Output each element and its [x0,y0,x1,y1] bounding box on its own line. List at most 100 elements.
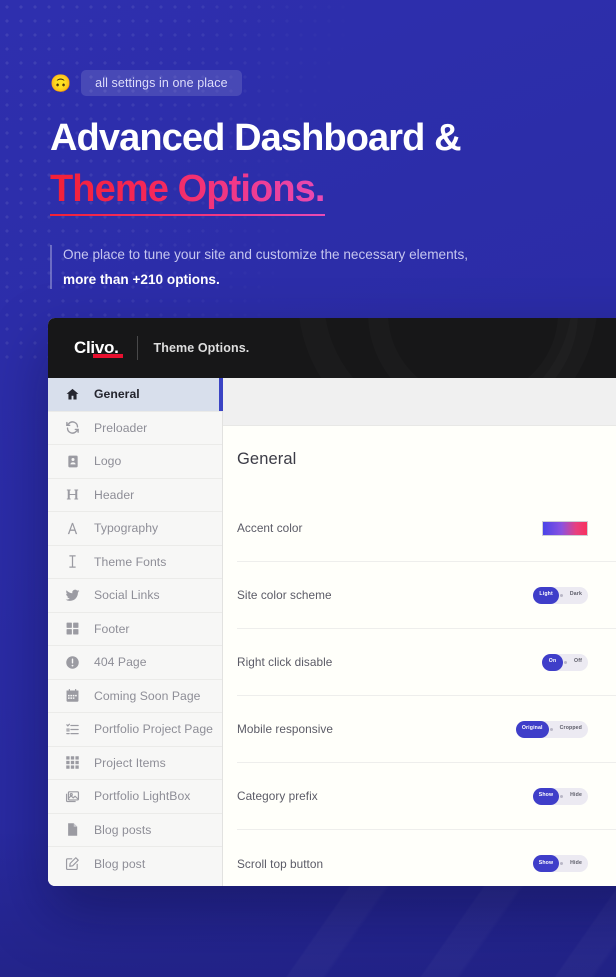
subtitle-accent-bar [50,244,52,289]
toggle-option-on[interactable]: On [542,653,564,671]
info-icon [64,654,81,671]
subtitle-text: One place to tune your site and customiz… [63,242,480,293]
image-icon [64,788,81,805]
sidebar-item-404-page[interactable]: 404 Page [48,646,222,680]
setting-label: Accent color [237,521,303,535]
calendar-icon [64,687,81,704]
sidebar-item-label: Coming Soon Page [94,688,201,703]
sidebar-item-label: 404 Page [94,655,147,670]
toggle-right-click-disable[interactable]: On Off [542,653,588,671]
list-icon [64,721,81,738]
sidebar-item-label: Portfolio Project Page [94,722,213,737]
toggle-option-on[interactable]: Light [533,586,559,604]
sidebar-item-general[interactable]: General [48,378,223,412]
panel-title: General [237,450,297,468]
toggle-option-off[interactable]: Hide [564,788,588,805]
heading-icon [64,486,81,503]
toggle-separator-dot [560,862,564,865]
setting-label: Category prefix [237,789,318,803]
sidebar-item-logo[interactable]: Logo [48,445,222,479]
sidebar-item-label: Typography [94,521,159,536]
sidebar-item-label: Blog post [94,856,146,871]
toggle-category-prefix[interactable]: Show Hide [532,787,588,805]
refresh-icon [64,419,81,436]
header-arc-decoration-2 [368,318,578,378]
sidebar-item-label: Logo [94,454,122,469]
sidebar-item-blog-posts[interactable]: Blog posts [48,814,222,847]
setting-label: Right click disable [237,655,333,669]
setting-row: Scroll top button Show Hide [237,830,616,886]
settings-list: Accent color Site color scheme Light Dark Ri… [237,495,616,886]
toggle-mobile-responsive[interactable]: Original Cropped [515,720,588,738]
toggle-option-off[interactable]: Dark [564,587,588,604]
grid-four-icon [64,620,81,637]
setting-label: Mobile responsive [237,722,333,736]
tagline-badge: all settings in one place [81,70,242,96]
title-underline-decoration [50,213,325,216]
setting-row: Mobile responsive Original Cropped [237,696,616,763]
sidebar-item-portfolio-project-page[interactable]: Portfolio Project Page [48,713,222,747]
dashboard-body: General Preloader Logo Header Typography Them… [48,378,616,886]
sidebar-item-theme-fonts[interactable]: Theme Fonts [48,546,222,579]
toggle-separator-dot [549,727,553,731]
sidebar-item-blog-post[interactable]: Blog post [48,847,222,881]
sidebar-item-footer[interactable]: Footer [48,613,222,646]
page-title: Advanced Dashboard & Theme Options. [50,116,570,216]
subtitle-plain-text: One place to tune your site and customiz… [63,246,469,262]
dashboard-panel: Clivo. Theme Options. General Preloader Lo… [48,318,616,886]
page-title-line-2: Theme Options. [50,167,325,216]
toggle-separator-dot [564,660,568,664]
content-toolbar [223,378,616,426]
sidebar-item-typography[interactable]: Typography [48,512,222,546]
sidebar-item-label: Blog posts [94,822,152,837]
sidebar-item-social-links[interactable]: Social Links [48,579,222,613]
setting-row: Right click disable On Off [237,629,616,696]
header-arc-decoration-1 [298,318,598,378]
sidebar-item-header[interactable]: Header [48,479,222,512]
toggle-separator-dot [559,593,563,597]
sidebar-item-label: Social Links [94,588,160,603]
logo-underline-decoration [93,354,123,358]
file-icon [64,821,81,838]
subtitle-strong-text: more than +210 options. [63,272,220,288]
twitter-icon [64,587,81,604]
text-cursor-icon [64,553,81,570]
sidebar-item-portfolio-lightbox[interactable]: Portfolio LightBox [48,780,222,814]
badge-row: 🙃 all settings in one place [50,70,570,96]
page-title-line-1: Advanced Dashboard & [50,117,462,159]
sidebar-item-project-items[interactable]: Project Items [48,747,222,780]
sidebar-item-label: General [94,387,140,402]
home-icon [64,386,81,403]
letter-a-icon [64,520,81,537]
toggle-option-on[interactable]: Show [532,855,560,872]
header-divider [136,336,138,360]
sidebar-nav: General Preloader Logo Header Typography Them… [48,378,223,886]
setting-label: Scroll top button [237,856,324,871]
grid-nine-icon [64,754,81,771]
content-area: General Accent color Site color scheme Lig… [223,378,616,886]
toggle-option-on[interactable]: Show [532,787,560,805]
sidebar-item-label: Header [94,487,135,502]
page-title-line-2-text: Theme Options. [50,167,325,210]
setting-row: Site color scheme Light Dark [237,562,616,629]
toggle-site-color-scheme[interactable]: Light Dark [533,586,588,604]
upside-down-face-emoji: 🙃 [50,73,72,93]
toggle-separator-dot [560,794,564,798]
setting-label: Site color scheme [237,588,332,602]
toggle-scroll-top-button[interactable]: Show Hide [532,855,588,872]
sidebar-item-label: Project Items [94,755,166,770]
sidebar-item-label: Portfolio LightBox [94,789,191,804]
brand-logo[interactable]: Clivo. [74,338,123,358]
dashboard-header: Clivo. Theme Options. [48,318,616,378]
subtitle-block: One place to tune your site and customiz… [50,242,480,293]
accent-color-swatch[interactable] [542,520,588,536]
toggle-option-off[interactable]: Cropped [554,721,588,738]
sidebar-item-coming-soon-page[interactable]: Coming Soon Page [48,680,222,713]
setting-row: Accent color [237,495,616,562]
toggle-option-off[interactable]: Hide [564,855,588,872]
setting-row: Category prefix Show Hide [237,763,616,830]
content-inner: General Accent color Site color scheme Lig… [223,426,616,886]
toggle-option-on[interactable]: Original [515,720,549,738]
toggle-option-off[interactable]: Off [568,654,588,671]
sidebar-item-preloader[interactable]: Preloader [48,412,222,445]
